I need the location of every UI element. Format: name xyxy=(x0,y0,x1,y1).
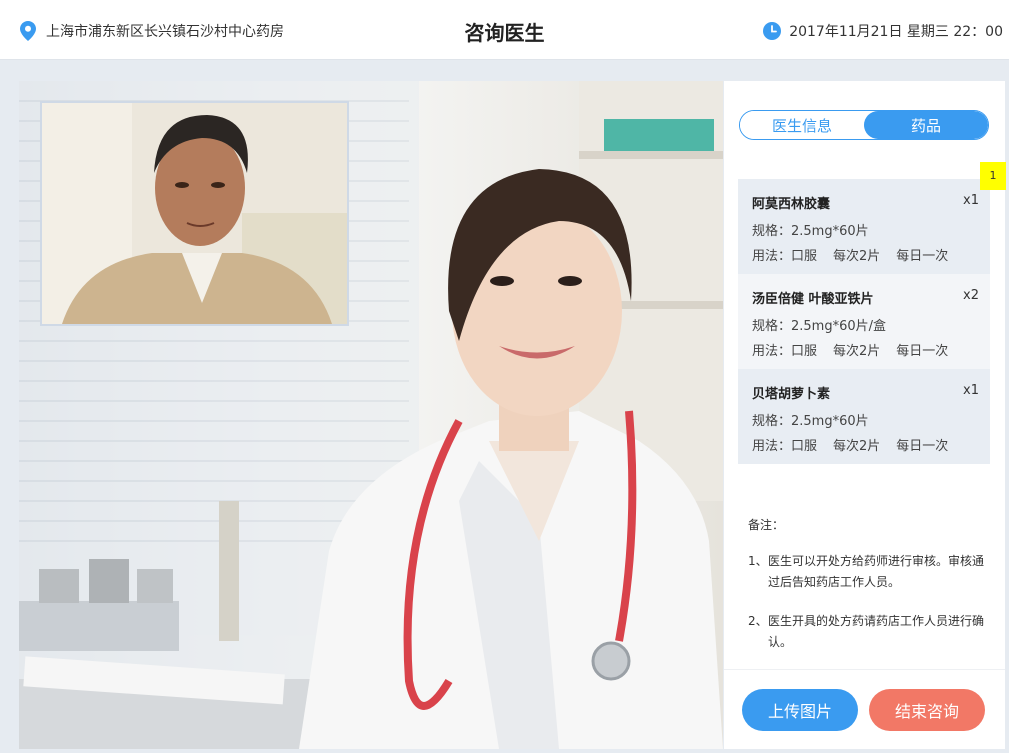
patient-video-pip[interactable] xyxy=(40,101,349,326)
datetime-info: 2017年11月21日 星期三 22：00 xyxy=(763,21,1003,41)
medicine-item: 阿莫西林胶囊 x1 规格：2.5mg*60片 用法：口服 每次2片 每日一次 xyxy=(738,179,990,274)
medicine-usage: 用法：口服 每次2片 每日一次 xyxy=(752,435,978,454)
note-number: 2、 xyxy=(748,614,768,628)
medicine-usage: 用法：口服 每次2片 每日一次 xyxy=(752,245,978,264)
location-pin-icon xyxy=(20,21,36,41)
top-bar: 上海市浦东新区长兴镇石沙村中心药房 咨询医生 2017年11月21日 星期三 2… xyxy=(0,0,1009,60)
usage-frequency: 每日一次 xyxy=(896,344,949,359)
clock-icon xyxy=(763,22,782,40)
location-text: 上海市浦东新区长兴镇石沙村中心药房 xyxy=(46,24,284,40)
end-consultation-button[interactable]: 结束咨询 xyxy=(869,689,985,731)
note-text: 医生可以开处方给药师进行审核。审核通过后告知药店工作人员。 xyxy=(768,554,985,589)
medicine-name: 贝塔胡萝卜素 xyxy=(752,387,831,402)
consult-side-panel: 医生信息 药品 阿莫西林胶囊 x1 规格：2.5mg*60片 用法：口服 每次2片… xyxy=(724,81,1005,749)
upload-image-button[interactable]: 上传图片 xyxy=(742,689,858,731)
usage-method: 用法：口服 xyxy=(752,439,818,454)
medicine-item: 汤臣倍健 叶酸亚铁片 x2 规格：2.5mg*60片/盒 用法：口服 每次2片 每日… xyxy=(738,274,990,369)
tab-doctor-info[interactable]: 医生信息 xyxy=(740,111,864,139)
medicine-usage: 用法：口服 每次2片 每日一次 xyxy=(752,340,978,359)
usage-dose: 每次2片 xyxy=(833,249,881,264)
doctor-video-feed xyxy=(19,81,723,749)
medicine-quantity: x2 xyxy=(963,288,979,303)
notification-badge[interactable]: 1 xyxy=(980,162,1006,190)
medicine-spec: 规格：2.5mg*60片 xyxy=(752,414,869,429)
usage-frequency: 每日一次 xyxy=(896,249,949,264)
usage-dose: 每次2片 xyxy=(833,439,881,454)
patient-video-image xyxy=(42,103,347,324)
medicine-spec: 规格：2.5mg*60片 xyxy=(752,224,869,239)
note-item: 2、 医生开具的处方药请药店工作人员进行确认。 xyxy=(748,611,988,653)
medicine-name: 汤臣倍健 叶酸亚铁片 xyxy=(752,292,874,307)
medicine-spec: 规格：2.5mg*60片/盒 xyxy=(752,319,887,334)
notes-section: 备注： 1、 医生可以开处方给药师进行审核。审核通过后告知药店工作人员。 2、 … xyxy=(748,516,988,671)
medicine-name: 阿莫西林胶囊 xyxy=(752,197,831,212)
panel-divider xyxy=(724,669,1005,670)
note-item: 1、 医生可以开处方给药师进行审核。审核通过后告知药店工作人员。 xyxy=(748,551,988,593)
medicine-quantity: x1 xyxy=(963,193,979,208)
usage-frequency: 每日一次 xyxy=(896,439,949,454)
usage-method: 用法：口服 xyxy=(752,249,818,264)
note-number: 1、 xyxy=(748,554,768,568)
tab-medicines[interactable]: 药品 xyxy=(864,111,988,139)
notes-title: 备注： xyxy=(748,518,785,532)
datetime-text: 2017年11月21日 星期三 22：00 xyxy=(789,24,1003,40)
medicine-item: 贝塔胡萝卜素 x1 规格：2.5mg*60片 用法：口服 每次2片 每日一次 xyxy=(738,369,990,464)
usage-method: 用法：口服 xyxy=(752,344,818,359)
usage-dose: 每次2片 xyxy=(833,344,881,359)
panel-tabs: 医生信息 药品 xyxy=(739,110,989,140)
medicine-list: 阿莫西林胶囊 x1 规格：2.5mg*60片 用法：口服 每次2片 每日一次 汤臣倍… xyxy=(738,179,990,464)
note-text: 医生开具的处方药请药店工作人员进行确认。 xyxy=(768,614,985,649)
location-info: 上海市浦东新区长兴镇石沙村中心药房 xyxy=(20,21,284,41)
medicine-quantity: x1 xyxy=(963,383,979,398)
